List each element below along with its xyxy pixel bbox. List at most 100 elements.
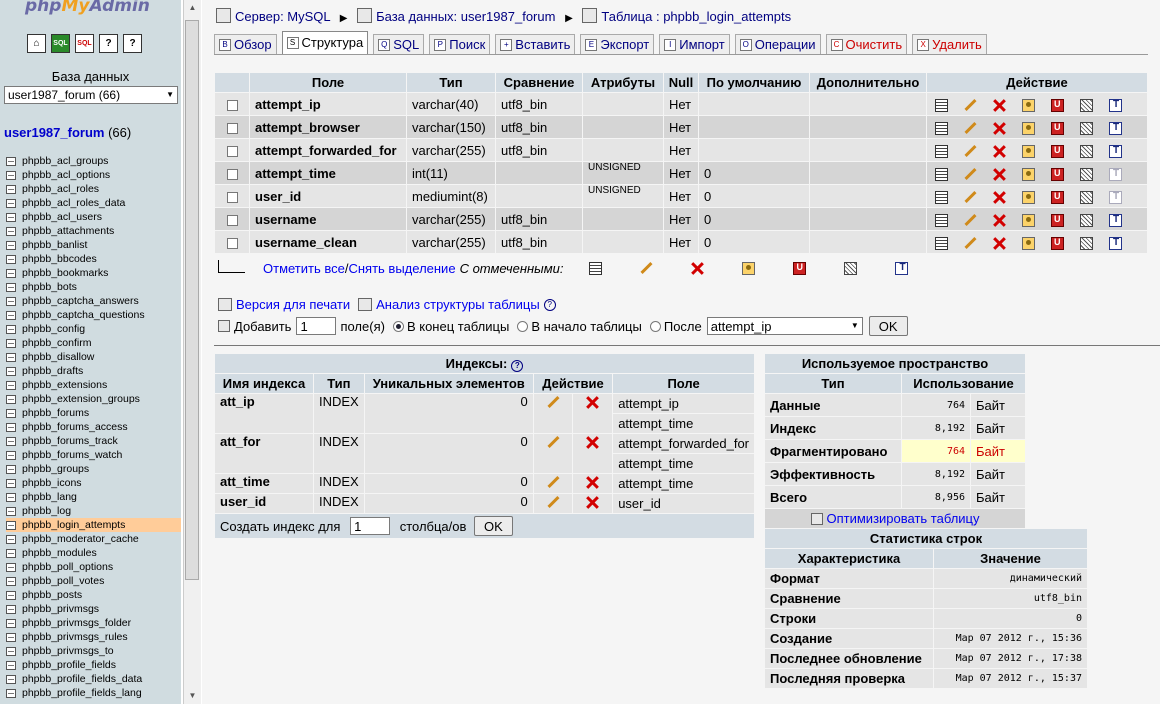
index-icon[interactable] <box>1080 121 1093 135</box>
browse-icon[interactable] <box>589 262 603 275</box>
drop-icon[interactable] <box>993 145 1006 158</box>
row-checkbox[interactable] <box>226 122 238 134</box>
row-checkbox[interactable] <box>226 214 238 226</box>
drop-icon[interactable] <box>993 122 1006 135</box>
edit-icon[interactable] <box>964 99 977 112</box>
unique-icon[interactable] <box>793 262 807 275</box>
browse-icon[interactable] <box>935 190 948 204</box>
table-icon[interactable] <box>6 604 16 614</box>
unique-icon[interactable] <box>1051 236 1064 250</box>
table-list-item[interactable]: phpbb_log <box>6 504 181 518</box>
home-icon[interactable]: ⌂ <box>27 34 46 53</box>
table-list-item[interactable]: phpbb_extension_groups <box>6 392 181 406</box>
browse-icon[interactable] <box>935 167 948 181</box>
table-list-item[interactable]: phpbb_bookmarks <box>6 266 181 280</box>
add-fields-go-button[interactable]: OK <box>868 316 908 336</box>
edit-icon[interactable] <box>547 436 560 449</box>
print-view-link[interactable]: Версия для печати <box>236 297 350 312</box>
row-checkbox[interactable] <box>226 191 238 203</box>
table-icon[interactable] <box>6 506 16 516</box>
table-icon[interactable] <box>6 646 16 656</box>
table-icon[interactable] <box>6 212 16 222</box>
tab-10[interactable]: X Удалить <box>912 34 987 54</box>
index-icon[interactable] <box>1080 144 1093 158</box>
table-list-item[interactable]: phpbb_captcha_questions <box>6 308 181 322</box>
table-list-item[interactable]: phpbb_poll_votes <box>6 574 181 588</box>
table-icon[interactable] <box>6 632 16 642</box>
primary-key-icon[interactable] <box>742 262 756 275</box>
table-list-item[interactable]: phpbb_icons <box>6 476 181 490</box>
fulltext-icon[interactable] <box>1109 236 1122 250</box>
unique-icon[interactable] <box>1051 144 1064 158</box>
fulltext-icon[interactable] <box>1109 167 1122 181</box>
table-list-item[interactable]: phpbb_privmsgs_folder <box>6 616 181 630</box>
table-icon[interactable] <box>6 184 16 194</box>
table-list-item[interactable]: phpbb_privmsgs_to <box>6 644 181 658</box>
fulltext-icon[interactable] <box>1109 213 1122 227</box>
edit-icon[interactable] <box>547 476 560 489</box>
table-list-item[interactable]: phpbb_extensions <box>6 378 181 392</box>
fulltext-icon[interactable] <box>895 262 909 275</box>
table-icon[interactable] <box>6 198 16 208</box>
table-icon[interactable] <box>6 296 16 306</box>
drop-icon[interactable] <box>993 237 1006 250</box>
fulltext-icon[interactable] <box>1109 190 1122 204</box>
table-icon[interactable] <box>6 282 16 292</box>
table-icon[interactable] <box>6 436 16 446</box>
uncheck-all-link[interactable]: Снять выделение <box>348 261 455 276</box>
fulltext-icon[interactable] <box>1109 121 1122 135</box>
table-icon[interactable] <box>6 394 16 404</box>
primary-key-icon[interactable] <box>1022 144 1035 158</box>
create-index-count-input[interactable]: 1 <box>350 517 391 535</box>
table-list-item[interactable]: phpbb_login_attempts <box>6 518 181 532</box>
nav-scrollbar[interactable]: ▲ ▼ <box>183 0 201 704</box>
radio-at-begin[interactable] <box>517 320 529 332</box>
radio-at-end[interactable] <box>392 320 404 332</box>
row-checkbox[interactable] <box>226 145 238 157</box>
table-list-item[interactable]: phpbb_acl_options <box>6 168 181 182</box>
index-icon[interactable] <box>1080 236 1093 250</box>
tab-2[interactable]: S Структура <box>281 31 369 54</box>
table-icon[interactable] <box>6 366 16 376</box>
table-list-item[interactable]: phpbb_forums_access <box>6 420 181 434</box>
help-icon[interactable]: ? <box>511 359 524 372</box>
table-icon[interactable] <box>6 310 16 320</box>
edit-icon[interactable] <box>640 262 653 275</box>
table-list-item[interactable]: phpbb_privmsgs <box>6 602 181 616</box>
table-list-item[interactable]: phpbb_forums <box>6 406 181 420</box>
table-icon[interactable] <box>6 562 16 572</box>
table-list-item[interactable]: phpbb_captcha_answers <box>6 294 181 308</box>
table-icon[interactable] <box>6 408 16 418</box>
scrollbar-thumb[interactable] <box>185 20 199 580</box>
table-list-item[interactable]: phpbb_privmsgs_rules <box>6 630 181 644</box>
table-icon[interactable] <box>6 534 16 544</box>
browse-icon[interactable] <box>935 98 948 112</box>
drop-icon[interactable] <box>586 476 599 489</box>
fulltext-icon[interactable] <box>1109 144 1122 158</box>
table-icon[interactable] <box>6 268 16 278</box>
edit-icon[interactable] <box>964 145 977 158</box>
unique-icon[interactable] <box>1051 167 1064 181</box>
add-fields-count-input[interactable]: 1 <box>296 317 337 335</box>
tab-5[interactable]: + Вставить <box>495 34 576 54</box>
index-icon[interactable] <box>1080 213 1093 227</box>
table-icon[interactable] <box>6 422 16 432</box>
table-list-item[interactable]: phpbb_bbcodes <box>6 252 181 266</box>
unique-icon[interactable] <box>1051 98 1064 112</box>
radio-after[interactable] <box>649 320 661 332</box>
table-icon[interactable] <box>6 240 16 250</box>
browse-icon[interactable] <box>935 236 948 250</box>
row-checkbox[interactable] <box>226 237 238 249</box>
fulltext-icon[interactable] <box>1109 98 1122 112</box>
table-list-item[interactable]: phpbb_profile_fields <box>6 658 181 672</box>
table-list-item[interactable]: phpbb_confirm <box>6 336 181 350</box>
drop-icon[interactable] <box>993 191 1006 204</box>
drop-icon[interactable] <box>993 214 1006 227</box>
tab-9[interactable]: C Очистить <box>825 34 908 54</box>
table-icon[interactable] <box>6 352 16 362</box>
browse-icon[interactable] <box>935 213 948 227</box>
docs-icon[interactable]: ? <box>99 34 118 53</box>
propose-structure-link[interactable]: Анализ структуры таблицы <box>376 297 540 312</box>
table-list-item[interactable]: phpbb_disallow <box>6 350 181 364</box>
drop-icon[interactable] <box>586 496 599 509</box>
